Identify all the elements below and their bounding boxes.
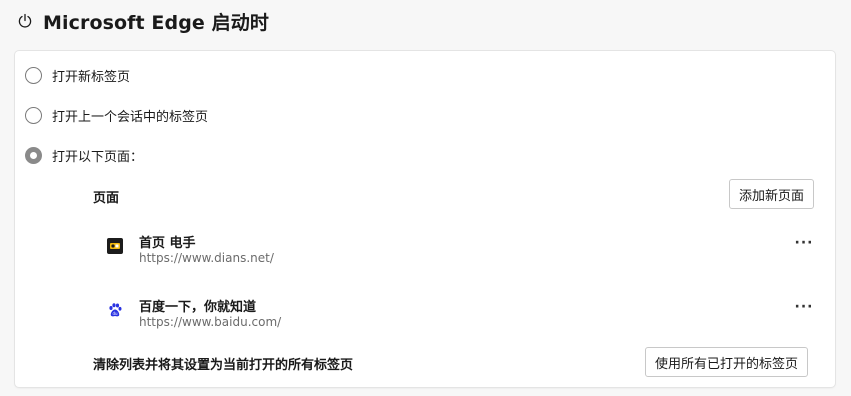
radio-button-selected[interactable] (25, 146, 42, 164)
radio-label: 打开以下页面： (52, 149, 144, 165)
radio-button[interactable] (25, 66, 42, 84)
pages-section-label: 页面 (93, 191, 120, 206)
page-list-item: 首页 电手 https://www.dians.net/ ··· (105, 232, 815, 272)
startup-settings-card: 打开新标签页 打开上一个会话中的标签页 打开以下页面： 页面 添加新页面 首页 … (15, 51, 835, 387)
add-new-page-button[interactable]: 添加新页面 (729, 179, 815, 209)
page-list-item: du 百度一下，你就知道 https://www.baidu.com/ ··· (105, 296, 815, 336)
baidu-paw-icon: du (107, 302, 123, 318)
power-icon (16, 12, 34, 30)
radio-option-previous-session[interactable]: 打开上一个会话中的标签页 (25, 104, 208, 126)
page-url-text: https://www.baidu.com/ (139, 315, 282, 329)
svg-text:du: du (112, 311, 118, 316)
radio-button[interactable] (25, 106, 42, 124)
dians-favicon-icon (107, 238, 123, 254)
clear-list-label: 清除列表并将其设置为当前打开的所有标签页 (93, 358, 354, 373)
more-options-button[interactable]: ··· (793, 296, 815, 318)
page-title: Microsoft Edge 启动时 (43, 11, 269, 34)
more-options-button[interactable]: ··· (793, 232, 815, 254)
section-header: Microsoft Edge 启动时 (16, 8, 269, 34)
radio-option-new-tab[interactable]: 打开新标签页 (25, 64, 130, 86)
radio-label: 打开上一个会话中的标签页 (52, 109, 209, 125)
use-all-open-tabs-button[interactable]: 使用所有已打开的标签页 (645, 347, 809, 377)
radio-option-specific-pages[interactable]: 打开以下页面： (25, 144, 143, 166)
page-title-text: 首页 电手 (139, 236, 196, 251)
page-url-text: https://www.dians.net/ (139, 251, 274, 265)
radio-label: 打开新标签页 (52, 69, 131, 85)
page-title-text: 百度一下，你就知道 (139, 300, 257, 315)
